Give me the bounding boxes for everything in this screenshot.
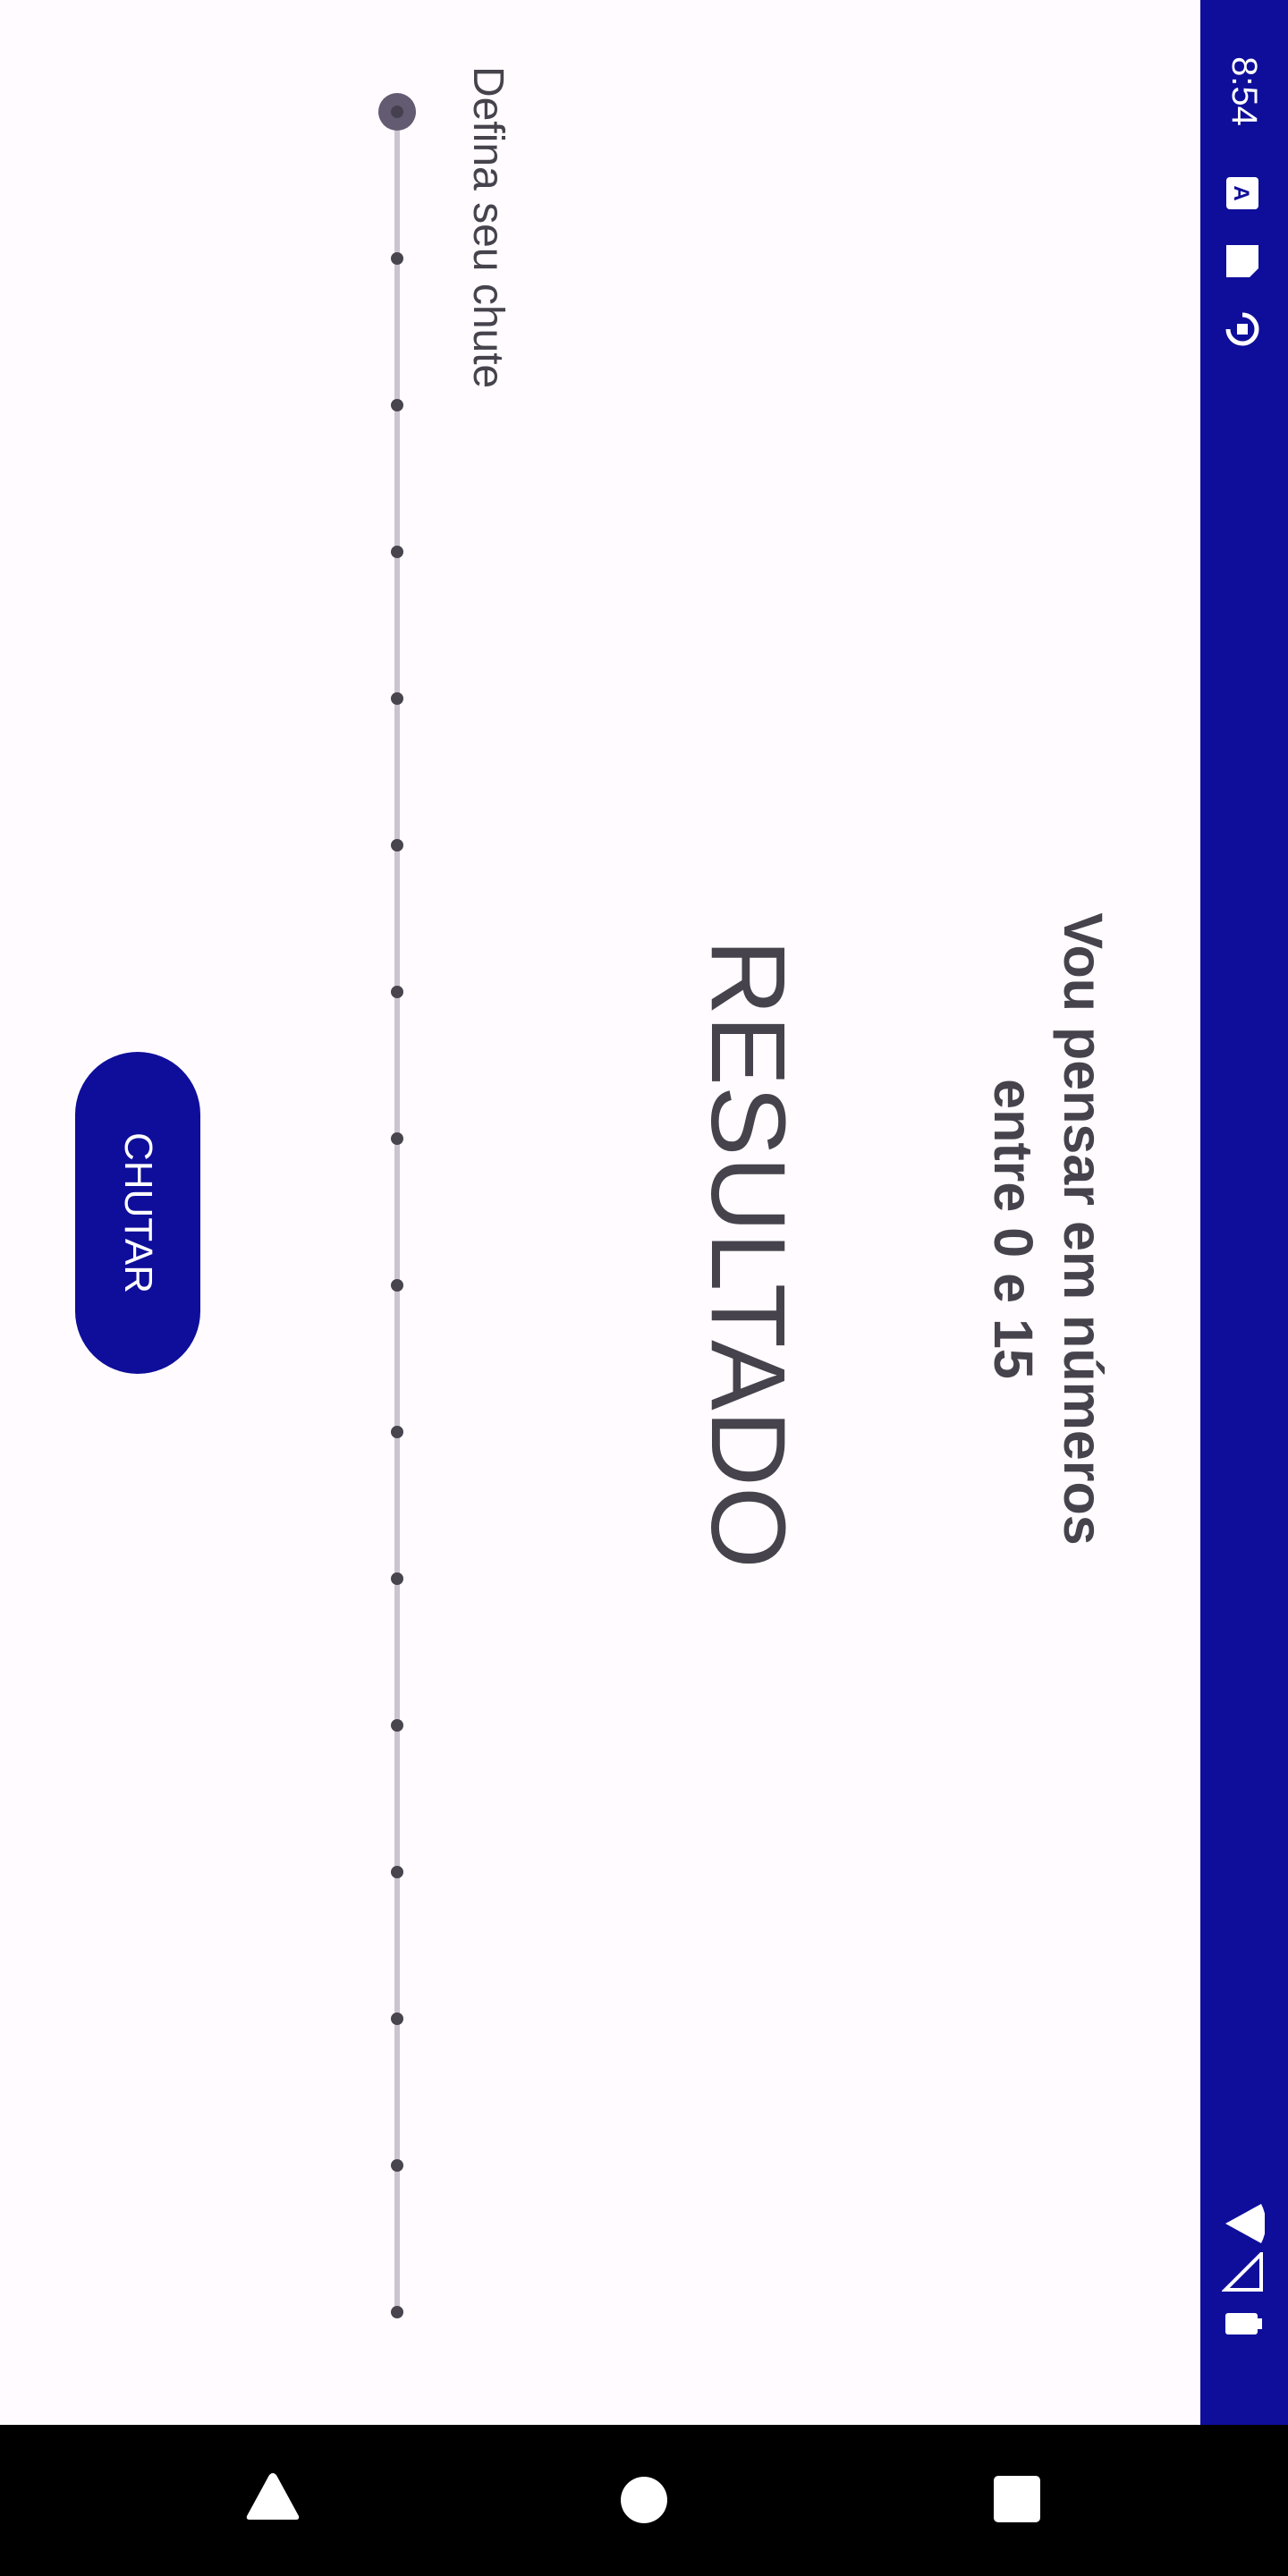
back-icon[interactable] (245, 2471, 301, 2521)
slider-label: Defina seu chute (464, 66, 512, 389)
a-notification-icon: A (1226, 177, 1258, 209)
slider-tick (391, 399, 403, 411)
result-text: RESULTADO (689, 939, 807, 1569)
slider-tick (391, 1279, 403, 1292)
app-screen: 8:54 A Vou pensar em números entre 0 e 1… (0, 0, 1288, 2576)
navigation-bar (0, 2425, 1288, 2576)
slider-tick (391, 2012, 403, 2025)
slider-tick (391, 839, 403, 852)
slider-thumb[interactable] (378, 93, 416, 131)
slider-tick (391, 986, 403, 998)
page-heading: Vou pensar em números entre 0 e 15 (983, 912, 1114, 1546)
slider-tick (391, 1426, 403, 1438)
battery-icon (1225, 2313, 1262, 2334)
slider-tick (391, 2306, 403, 2318)
slider-tick (391, 546, 403, 558)
wifi-icon (1225, 2204, 1265, 2243)
slider-tick (391, 1866, 403, 1878)
home-icon[interactable] (619, 2475, 669, 2525)
status-time: 8:54 (1224, 56, 1264, 126)
recents-icon[interactable] (993, 2475, 1041, 2523)
slider-tick (391, 252, 403, 265)
guess-button-label: CHUTAR (116, 1131, 160, 1294)
sd-card-icon (1226, 245, 1258, 277)
slider-tick (391, 1572, 403, 1585)
sync-icon (1225, 312, 1259, 346)
slider-tick (391, 1132, 403, 1145)
slider-tick (391, 692, 403, 705)
slider-tick (391, 2159, 403, 2172)
signal-icon (1222, 2252, 1263, 2292)
slider-tick (391, 1719, 403, 1732)
slider-track[interactable] (394, 111, 400, 2313)
svg-text:A: A (1229, 185, 1253, 200)
status-bar (1200, 0, 1288, 2425)
